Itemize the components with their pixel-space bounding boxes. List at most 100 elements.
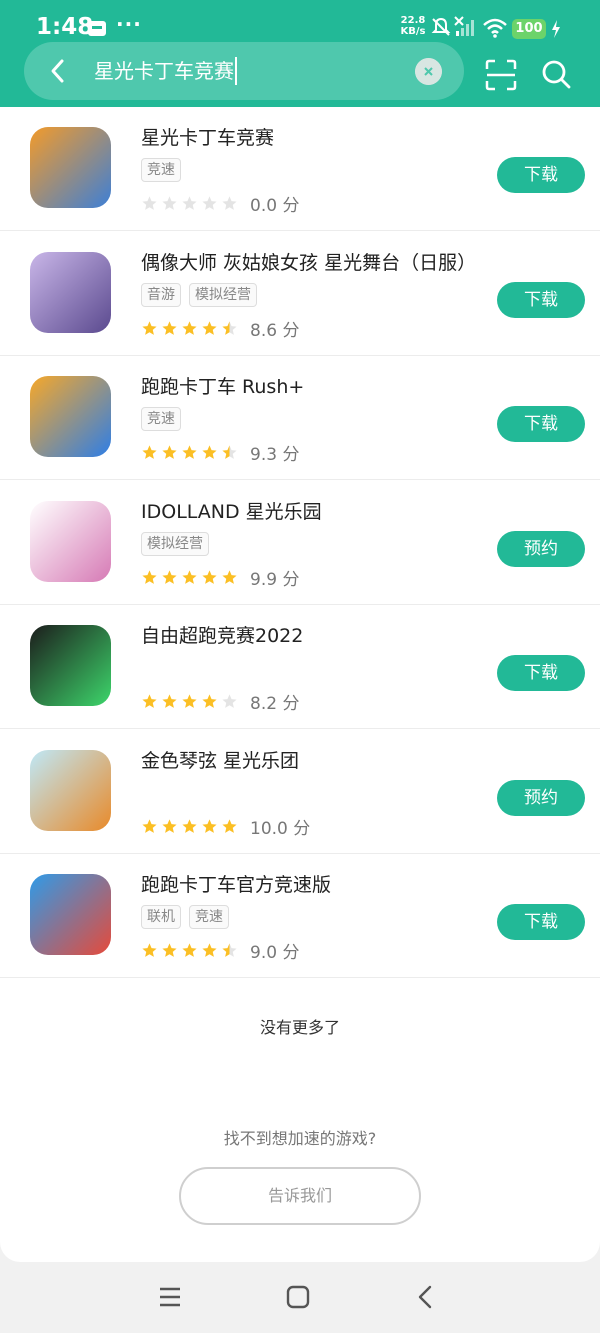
app-icon[interactable] bbox=[30, 500, 111, 582]
tell-us-button[interactable]: 告诉我们 bbox=[179, 1167, 421, 1225]
app-name[interactable]: 星光卡丁车竞赛 bbox=[141, 123, 274, 150]
download-button[interactable]: 下载 bbox=[497, 281, 585, 318]
app-name[interactable]: 跑跑卡丁车 Rush+ bbox=[141, 372, 304, 399]
app-icon[interactable] bbox=[30, 874, 111, 955]
genre-tag: 竞速 bbox=[141, 407, 181, 431]
app-name[interactable]: 偶像大师 灰姑娘女孩 星光舞台（日服） bbox=[141, 248, 476, 275]
app-tags: 联机 竞速 bbox=[141, 905, 229, 929]
app-tags: 音游 模拟经营 bbox=[141, 282, 257, 307]
app-score: 0.0 分 bbox=[250, 196, 300, 216]
app-icon[interactable] bbox=[30, 376, 111, 457]
star-icon bbox=[182, 196, 197, 210]
app-score: 9.3 分 bbox=[250, 445, 300, 465]
app-rating: 8.2 分 bbox=[141, 689, 299, 714]
result-row[interactable]: 跑跑卡丁车官方竞速版 联机 竞速 9.0 分 下载 bbox=[0, 854, 600, 978]
app-score: 10.0 分 bbox=[250, 818, 311, 839]
notification-app-icon bbox=[88, 21, 106, 36]
network-speed: 22.8 KB/s bbox=[396, 15, 430, 37]
search-icon[interactable] bbox=[540, 58, 572, 90]
app-rating: 9.3 分 bbox=[141, 440, 299, 465]
star-icon bbox=[142, 818, 157, 833]
result-row[interactable]: 星光卡丁车竞赛 竞速 0.0 分 下载 bbox=[0, 107, 600, 231]
app-icon[interactable] bbox=[30, 749, 111, 831]
download-button[interactable]: 下载 bbox=[497, 655, 585, 691]
star-rating bbox=[141, 444, 238, 461]
app-icon[interactable] bbox=[30, 127, 111, 208]
result-row[interactable]: 自由超跑竞赛2022 8.2 分 下载 bbox=[0, 605, 600, 729]
star-icon bbox=[162, 943, 177, 957]
search-bar[interactable]: 星光卡丁车竞赛 bbox=[24, 42, 464, 100]
star-icon bbox=[162, 569, 177, 584]
app-rating: 10.0 分 bbox=[141, 814, 310, 839]
more-notifications-icon: ··· bbox=[116, 12, 142, 36]
genre-tag: 联机 bbox=[141, 905, 181, 929]
system-nav-bar bbox=[0, 1262, 600, 1333]
star-icon bbox=[162, 196, 177, 210]
app-score: 9.0 分 bbox=[250, 943, 300, 963]
cant-find-text: 找不到想加速的游戏? bbox=[223, 1129, 377, 1148]
result-row[interactable]: IDOLLAND 星光乐园 模拟经营 9.9 分 预约 bbox=[0, 481, 600, 605]
star-rating bbox=[141, 693, 238, 710]
genre-tag: 模拟经营 bbox=[141, 531, 209, 556]
result-row[interactable]: 跑跑卡丁车 Rush+ 竞速 9.3 分 下载 bbox=[0, 356, 600, 480]
star-icon bbox=[182, 694, 197, 708]
scan-icon[interactable] bbox=[484, 58, 518, 92]
home-icon[interactable] bbox=[285, 1284, 311, 1310]
star-icon bbox=[182, 818, 197, 833]
app-tags: 竞速 bbox=[141, 407, 181, 431]
charging-icon bbox=[552, 20, 560, 38]
download-button[interactable]: 下载 bbox=[497, 157, 585, 193]
search-input[interactable]: 星光卡丁车竞赛 bbox=[94, 57, 237, 85]
star-icon bbox=[202, 943, 217, 957]
star-icon bbox=[162, 694, 177, 708]
genre-tag: 模拟经营 bbox=[189, 282, 257, 307]
wifi-icon bbox=[483, 18, 507, 38]
app-tags: 竞速 bbox=[141, 158, 181, 182]
star-icon bbox=[222, 694, 237, 708]
star-icon bbox=[182, 569, 197, 584]
star-icon bbox=[142, 196, 157, 210]
star-icon bbox=[222, 569, 237, 584]
app-name[interactable]: IDOLLAND 星光乐园 bbox=[141, 497, 322, 524]
star-rating bbox=[141, 569, 238, 586]
header: 1:48 ··· 22.8 KB/s 100 星光卡丁车竞赛 bbox=[0, 0, 600, 108]
clear-search-icon[interactable] bbox=[415, 58, 442, 85]
app-icon[interactable] bbox=[30, 251, 111, 333]
app-name[interactable]: 金色琴弦 星光乐团 bbox=[141, 746, 299, 773]
app-rating: 9.0 分 bbox=[141, 938, 299, 963]
search-results-list: 星光卡丁车竞赛 竞速 0.0 分下载 偶像大师 灰姑娘女孩 星光舞台（日服） 音游 模拟经… bbox=[0, 107, 600, 1262]
app-name[interactable]: 自由超跑竞赛2022 bbox=[141, 621, 303, 648]
genre-tag: 竞速 bbox=[141, 158, 181, 182]
result-row[interactable]: 偶像大师 灰姑娘女孩 星光舞台（日服） 音游 模拟经营 8.6 分 下载 bbox=[0, 232, 600, 356]
star-icon bbox=[202, 694, 217, 708]
reserve-button[interactable]: 预约 bbox=[497, 530, 585, 567]
app-score: 8.6 分 bbox=[250, 320, 300, 341]
result-row[interactable]: 金色琴弦 星光乐团 10.0 分 预约 bbox=[0, 730, 600, 854]
reserve-button[interactable]: 预约 bbox=[497, 779, 585, 816]
download-button[interactable]: 下载 bbox=[497, 406, 585, 442]
star-icon bbox=[142, 320, 157, 335]
app-score: 9.9 分 bbox=[250, 569, 300, 590]
star-icon bbox=[142, 694, 157, 708]
star-icon bbox=[182, 320, 197, 335]
app-rating: 8.6 分 bbox=[141, 316, 299, 341]
no-more-text: 没有更多了 bbox=[259, 1018, 340, 1037]
menu-icon[interactable] bbox=[157, 1284, 183, 1310]
app-rating: 0.0 分 bbox=[141, 191, 299, 216]
status-time: 1:48 bbox=[36, 14, 94, 40]
star-icon bbox=[222, 943, 237, 957]
star-icon bbox=[202, 320, 217, 335]
star-icon bbox=[162, 818, 177, 833]
app-tags: 模拟经营 bbox=[141, 531, 209, 556]
back-icon[interactable] bbox=[413, 1284, 439, 1310]
star-icon bbox=[182, 943, 197, 957]
app-name[interactable]: 跑跑卡丁车官方竞速版 bbox=[141, 870, 331, 897]
star-icon bbox=[222, 445, 237, 459]
battery-indicator: 100 bbox=[512, 19, 546, 39]
star-icon bbox=[222, 196, 237, 210]
star-icon bbox=[202, 569, 217, 584]
star-icon bbox=[182, 445, 197, 459]
back-arrow-icon[interactable] bbox=[44, 56, 74, 86]
app-icon[interactable] bbox=[30, 625, 111, 706]
download-button[interactable]: 下载 bbox=[497, 904, 585, 940]
